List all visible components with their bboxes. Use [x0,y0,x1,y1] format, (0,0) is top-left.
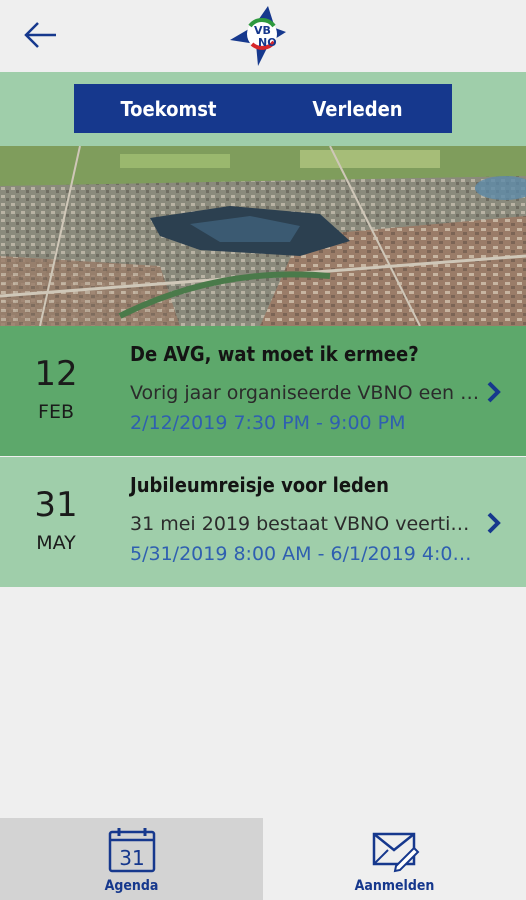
event-time: 5/31/2019 8:00 AM - 6/1/2019 4:00 PM [130,543,480,565]
tab-verleden[interactable]: Verleden [263,84,452,133]
tab-bar: Toekomst Verleden [0,72,526,146]
svg-text:NO: NO [258,36,277,49]
event-date: 31 MAY [14,485,98,555]
calendar-icon: 31 [108,828,155,873]
app-header: VB NO [0,0,526,72]
event-description: Vorig jaar organiseerde VBNO een bijeenk… [130,382,480,404]
tab-toekomst[interactable]: Toekomst [74,84,263,133]
nav-agenda[interactable]: 31 Agenda [0,818,263,900]
nav-agenda-label: Agenda [104,878,159,894]
segmented-control: Toekomst Verleden [74,84,452,133]
event-day: 31 [34,485,78,525]
event-title: De AVG, wat moet ik ermee? [130,342,419,366]
event-day: 12 [34,354,78,394]
chevron-right-icon [487,512,501,534]
event-time: 2/12/2019 7:30 PM - 9:00 PM [130,412,406,434]
nav-aanmelden-label: Aanmelden [354,878,435,894]
event-month: FEB [38,401,74,423]
vbno-logo: VB NO [230,6,286,66]
event-item[interactable]: 31 MAY Jubileumreisje voor leden 31 mei … [0,457,526,587]
event-title: Jubileumreisje voor leden [130,473,389,497]
envelope-pen-icon [372,832,419,873]
back-arrow-icon[interactable] [20,18,60,52]
aerial-city-photo [0,146,526,326]
event-month: MAY [36,532,76,554]
bottom-navigation: 31 Agenda Aanmelden [0,818,526,900]
chevron-right-icon [487,381,501,403]
event-description: 31 mei 2019 bestaat VBNO veertig jaar [130,513,480,535]
nav-aanmelden[interactable]: Aanmelden [263,818,526,900]
event-date: 12 FEB [14,354,98,424]
event-item[interactable]: 12 FEB De AVG, wat moet ik ermee? Vorig … [0,326,526,456]
calendar-icon-number: 31 [119,846,144,870]
